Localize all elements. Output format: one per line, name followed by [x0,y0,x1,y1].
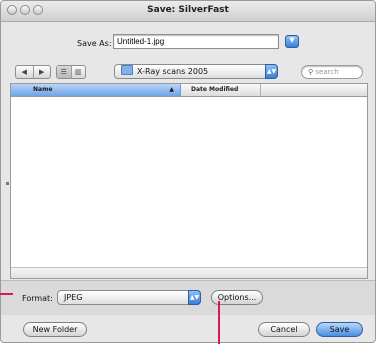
callout-line-format [0,293,13,295]
sort-ascending-icon: ▲ [169,86,174,93]
back-forward-control: ◀ ▶ [15,65,51,79]
column-header-date-modified[interactable]: Date Modified [181,84,261,96]
format-options-panel: Format: JPEG ▲▼ Options... [1,280,375,315]
date-modified-column-label: Date Modified [191,86,239,93]
file-list[interactable]: Name ▲ Date Modified [10,83,368,279]
file-list-header: Name ▲ Date Modified [11,84,367,97]
column-header-blank [261,84,367,96]
title-bar: Save: SilverFast [1,1,375,22]
folder-icon [121,65,133,75]
list-view-button[interactable]: ☰ [57,66,71,78]
column-view-button[interactable]: ▥ [70,66,86,78]
save-as-field[interactable] [113,34,279,49]
view-mode-control: ☰ ▥ [56,65,86,79]
forward-button[interactable]: ▶ [32,66,51,78]
location-popup[interactable]: X-Ray scans 2005 ▲▼ [114,64,278,79]
search-placeholder: search [315,68,339,76]
triangle-down-icon: ▼ [289,36,295,44]
cancel-button[interactable]: Cancel [258,322,310,337]
location-label: X-Ray scans 2005 [137,67,209,76]
column-header-name[interactable]: Name ▲ [11,84,181,96]
format-label: Format: [22,294,53,303]
save-button[interactable]: Save [316,322,363,337]
magnifier-icon: ⚲ [308,68,314,76]
updown-arrows-icon: ▲▼ [188,290,201,305]
name-column-label: Name [33,86,53,93]
format-popup[interactable]: JPEG ▲▼ [57,290,201,305]
window-title: Save: SilverFast [147,5,229,15]
format-value: JPEG [64,293,83,302]
new-folder-button[interactable]: New Folder [23,322,87,337]
callout-line-options [218,301,220,344]
search-field[interactable]: ⚲ search [301,65,363,79]
horizontal-scrollbar[interactable] [11,267,367,278]
sidebar-resize-handle[interactable] [6,182,9,185]
updown-arrows-icon: ▲▼ [265,64,278,79]
back-button[interactable]: ◀ [16,66,33,78]
save-as-label: Save As: [77,39,112,48]
expand-dialog-button[interactable]: ▼ [285,35,299,48]
save-dialog-window: Save: SilverFast Save As: ▼ ◀ ▶ ☰ ▥ X-Ra… [0,0,376,343]
